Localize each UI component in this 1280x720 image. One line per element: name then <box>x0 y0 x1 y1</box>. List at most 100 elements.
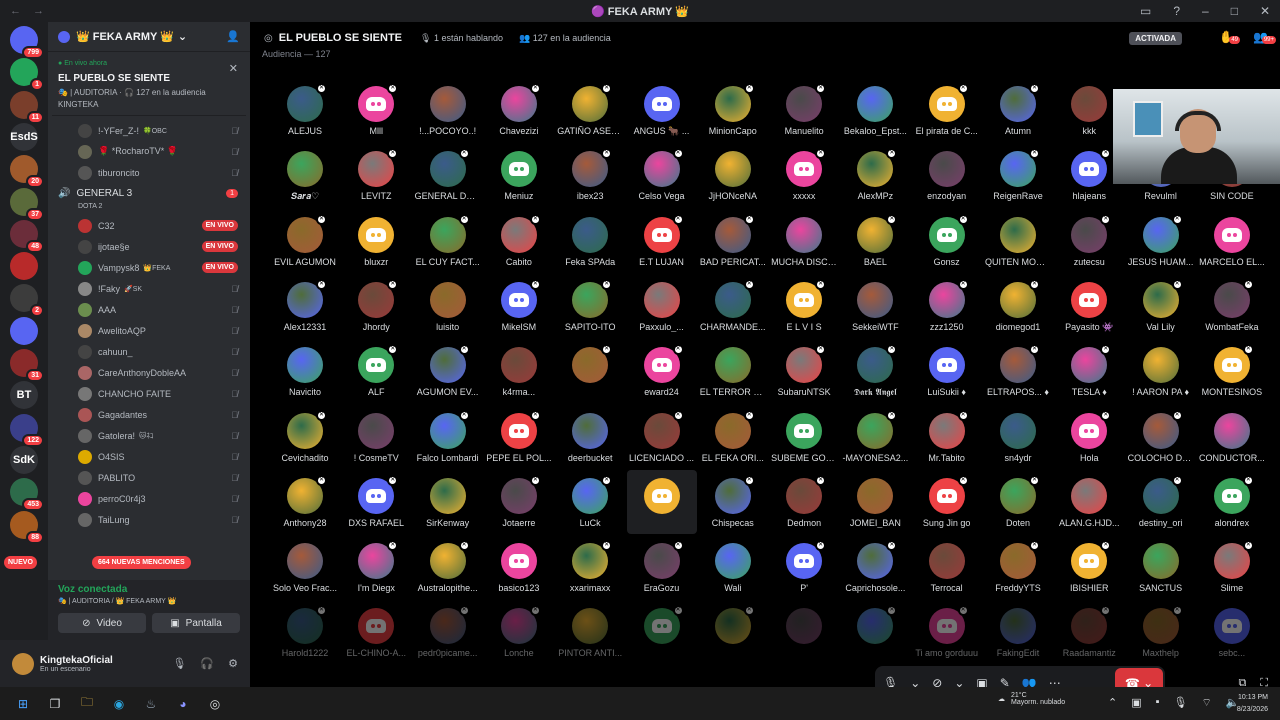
voice-member[interactable]: CHANCHO FAITE 🎙̸ <box>48 383 250 404</box>
audience-member[interactable]: ✕ LuCk <box>555 470 625 534</box>
audience-member[interactable]: ✕ Celso Vega <box>627 143 697 207</box>
audience-member[interactable]: ✕ P' <box>769 535 839 599</box>
voice-member[interactable]: AAA 🎙̸ <box>48 299 250 320</box>
audience-member[interactable]: ✕ MONTESINOS <box>1197 339 1267 403</box>
audience-member[interactable]: ✕ <box>698 600 768 664</box>
audience-member[interactable]: ✕ MikelSM <box>484 274 554 338</box>
close-button[interactable]: ✕ <box>1260 4 1270 18</box>
audience-member[interactable]: Payasito 👾 <box>1054 274 1124 338</box>
voice-status[interactable]: Voz conectada <box>58 584 240 595</box>
audience-member[interactable]: ✕ EL FEKA ORI... <box>698 405 768 469</box>
audience-member[interactable]: CONDUCTOR... <box>1197 405 1267 469</box>
server-icon[interactable]: 11 <box>10 90 44 124</box>
help-icon[interactable]: ? <box>1173 4 1180 18</box>
audience-member[interactable]: ✕ Slime <box>1197 535 1267 599</box>
voice-member[interactable]: AwelitoAQP 🎙̸ <box>48 320 250 341</box>
audience-member[interactable]: bluxzr <box>341 209 411 273</box>
audience-member[interactable]: ✕ GENERAL DE ... <box>413 143 483 207</box>
audience-member[interactable]: ✕ WombatFeka <box>1197 274 1267 338</box>
audience-member[interactable]: ✕ -MAYONESA2... <box>840 405 910 469</box>
voice-channel-general3[interactable]: 🔊 GENERAL 3 1 <box>48 183 250 203</box>
tray-app-icon[interactable]: ▣ <box>1131 696 1141 710</box>
server-icon[interactable]: 31 <box>10 349 44 382</box>
audience-member[interactable]: ✕ pedr0picame... <box>413 600 483 664</box>
audience-member[interactable]: Paxxulo_... <box>627 274 697 338</box>
voice-location[interactable]: 🎭 | AUDITORIA / 👑 FEKA ARMY 👑 <box>58 597 240 605</box>
audience-member[interactable]: ✕ EL CUY FACT... <box>413 209 483 273</box>
audience-member[interactable]: ! AARON PA ♦ <box>1126 339 1196 403</box>
screen-share-button[interactable]: ▣ Pantalla <box>152 613 240 633</box>
voice-member[interactable]: C32 EN VIVO <box>48 215 250 236</box>
audience-member[interactable]: ✕ EVIL AGUMON <box>270 209 340 273</box>
voice-member[interactable]: PABLITO 🎙̸ <box>48 467 250 488</box>
audience-member[interactable]: QUITEN MOD ... <box>983 209 1053 273</box>
audience-member[interactable]: ✕ Caprichosole... <box>840 535 910 599</box>
gear-icon[interactable]: ⚙ <box>228 657 238 670</box>
guild-header[interactable]: 👑 FEKA ARMY 👑 ⌄ 👤 <box>48 22 250 52</box>
audience-member[interactable]: sn4ydr <box>983 405 1053 469</box>
audience-member[interactable]: ALAN.G.HJD... <box>1054 470 1124 534</box>
audience-member[interactable]: JjHONceNA <box>698 143 768 207</box>
server-icon[interactable]: 88 <box>10 510 44 544</box>
steam-icon[interactable]: ♨ <box>142 695 160 713</box>
nvidia-icon[interactable]: ▪ <box>1156 696 1160 710</box>
clock[interactable]: 10:13 PM 8/23/2026 <box>1237 692 1268 716</box>
audience-member[interactable]: !...POCOYO..! <box>413 78 483 142</box>
voice-member[interactable]: cahuun_ 🎙̸ <box>48 341 250 362</box>
audience-member[interactable]: ANGUS 🐂 ... <box>627 78 697 142</box>
audience-member[interactable]: PINTOR ANTI... <box>555 600 625 664</box>
audience-member[interactable]: basico123 <box>484 535 554 599</box>
audience-member[interactable]: ✕ 𝕯𝖆𝖗𝖐 𝕬𝖓𝖌𝖊𝖑 <box>840 339 910 403</box>
server-icon[interactable]: SdK <box>10 445 38 474</box>
voice-member[interactable]: ijotae§e EN VIVO <box>48 236 250 257</box>
audience-member[interactable]: k4rma... <box>484 339 554 403</box>
audience-member[interactable]: Meniuz <box>484 143 554 207</box>
inbox-icon[interactable]: ▭ <box>1140 4 1151 18</box>
audience-member[interactable]: ✕ COLOCHO DE... <box>1126 405 1196 469</box>
voice-member[interactable]: tiburoncito 🎙̸ <box>48 162 250 183</box>
audience-member[interactable]: ✕ Jhordy <box>341 274 411 338</box>
maximize-button[interactable]: □ <box>1231 4 1238 18</box>
server-icon[interactable]: 122 <box>10 413 44 447</box>
audience-member[interactable]: sebc... <box>1197 600 1267 664</box>
microphone-icon[interactable]: 🎙 <box>1174 696 1188 710</box>
wifi-icon[interactable]: ⌔ <box>1202 696 1212 710</box>
audience-member[interactable]: ✕ ALEJUS <box>270 78 340 142</box>
voice-member[interactable]: Vampysk8 👑FEKA EN VIVO <box>48 257 250 278</box>
audience-member[interactable]: ✕ Raadamantiz <box>1054 600 1124 664</box>
close-icon[interactable]: ✕ <box>229 62 238 75</box>
audience-member[interactable]: ✕ xxxxx <box>769 143 839 207</box>
server-icon[interactable]: BT <box>10 381 38 410</box>
server-icon[interactable]: 20 <box>10 155 44 189</box>
audience-member[interactable]: ✕ diomegod1 <box>983 274 1053 338</box>
audience-member[interactable]: ✕ Jotaerre <box>484 470 554 534</box>
new-badge[interactable]: NUEVO <box>4 556 37 569</box>
new-mentions-badge[interactable]: 664 NUEVAS MENCIONES <box>92 556 191 569</box>
audience-member[interactable]: deerbucket <box>555 405 625 469</box>
audience-member[interactable]: ✕ IBISHIER <box>1054 535 1124 599</box>
audience-member[interactable]: EL-CHINO-A... <box>341 600 411 664</box>
server-icon[interactable] <box>10 252 38 281</box>
server-icon[interactable]: 2 <box>10 284 44 318</box>
windows-start-icon[interactable]: ⊞ <box>14 695 32 713</box>
status-badge[interactable]: ACTIVADA <box>1129 32 1182 45</box>
audience-member[interactable]: ✕ Mr.Tabito <box>912 405 982 469</box>
voice-member[interactable]: 🌹 *RocharoTV* 🌹 🎙̸ <box>48 141 250 162</box>
audience-member[interactable]: ✕ Harold1222 <box>270 600 340 664</box>
audience-member[interactable]: ✕ E.T LUJAN <box>627 209 697 273</box>
headphones-icon[interactable]: 🎧 <box>200 657 214 670</box>
audience-member[interactable]: ✕ Anthony28 <box>270 470 340 534</box>
audience-member[interactable]: ✕ PEPE EL POL... <box>484 405 554 469</box>
avatar[interactable] <box>12 652 34 675</box>
audience-member[interactable]: MUCHA DISCI... <box>769 209 839 273</box>
audience-member[interactable]: ✕ El pirata de C... <box>912 78 982 142</box>
audience-member[interactable]: ✕ MinionCapo <box>698 78 768 142</box>
audience-member[interactable]: ✕ <box>555 339 625 403</box>
audience-member[interactable]: ✕ DXS RAFAEL <box>341 470 411 534</box>
voice-member[interactable]: Gagadantes 🎙̸ <box>48 404 250 425</box>
voice-member[interactable]: O4SIS 🎙̸ <box>48 446 250 467</box>
audience-member[interactable] <box>626 469 697 534</box>
audience-member[interactable]: SANCTUS <box>1126 535 1196 599</box>
audience-member[interactable]: ✕ Cabito <box>484 209 554 273</box>
video-button[interactable]: ⊘ Video <box>58 613 146 633</box>
